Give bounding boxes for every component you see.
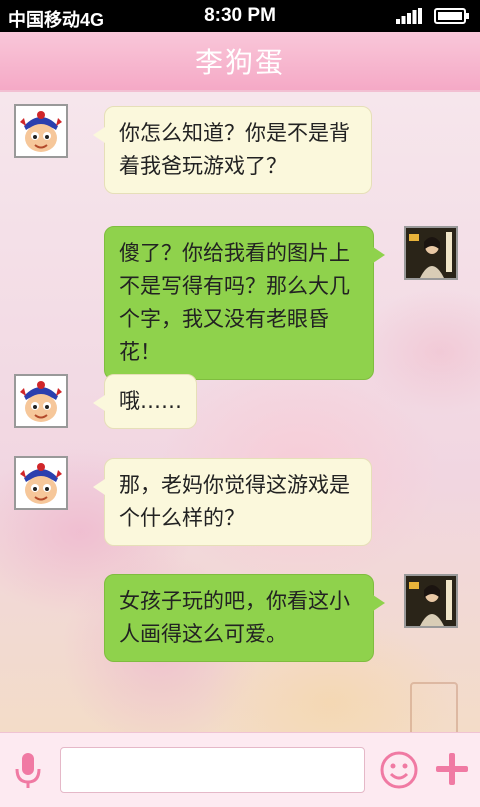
cartoon-boy-avatar-icon (16, 458, 66, 508)
contact-name: 李狗蛋 (194, 46, 285, 79)
microphone-icon[interactable] (12, 751, 44, 791)
photo-woman-avatar-icon (406, 576, 456, 626)
contact-avatar[interactable] (14, 374, 68, 428)
my-avatar[interactable] (404, 574, 458, 628)
message-bubble-outgoing[interactable]: 傻了？你给我看的图片上不是写得有吗？那么大几个字，我又没有老眼昏花！ (104, 226, 385, 380)
battery-icon (434, 8, 469, 24)
message-bubble-outgoing[interactable]: 女孩子玩的吧，你看这小人画得这么可爱。 (104, 574, 385, 662)
smiley-icon[interactable] (380, 751, 418, 789)
cartoon-boy-avatar-icon (16, 376, 66, 426)
plus-icon[interactable] (432, 749, 472, 789)
status-bar: 中国移动4G 8:30 PM (0, 0, 480, 32)
photo-woman-avatar-icon (406, 228, 456, 278)
message-input[interactable] (60, 747, 365, 793)
message-bubble-incoming[interactable]: 那，老妈你觉得这游戏是个什么样的？ (93, 458, 372, 546)
message-input-bar (0, 732, 480, 807)
my-avatar[interactable] (404, 226, 458, 280)
signal-icon (396, 8, 422, 24)
chat-area[interactable]: 你怎么知道？你是不是背着我爸玩游戏了？ 傻了？你给我看的图片上不是写得有吗？那么… (0, 92, 480, 732)
message-bubble-incoming[interactable]: 你怎么知道？你是不是背着我爸玩游戏了？ (93, 106, 372, 194)
chat-header: 李狗蛋 (0, 32, 480, 92)
cartoon-boy-avatar-icon (16, 106, 66, 156)
contact-avatar[interactable] (14, 456, 68, 510)
message-bubble-incoming[interactable]: 哦…… (93, 374, 197, 429)
background-watermark (410, 682, 458, 732)
contact-avatar[interactable] (14, 104, 68, 158)
